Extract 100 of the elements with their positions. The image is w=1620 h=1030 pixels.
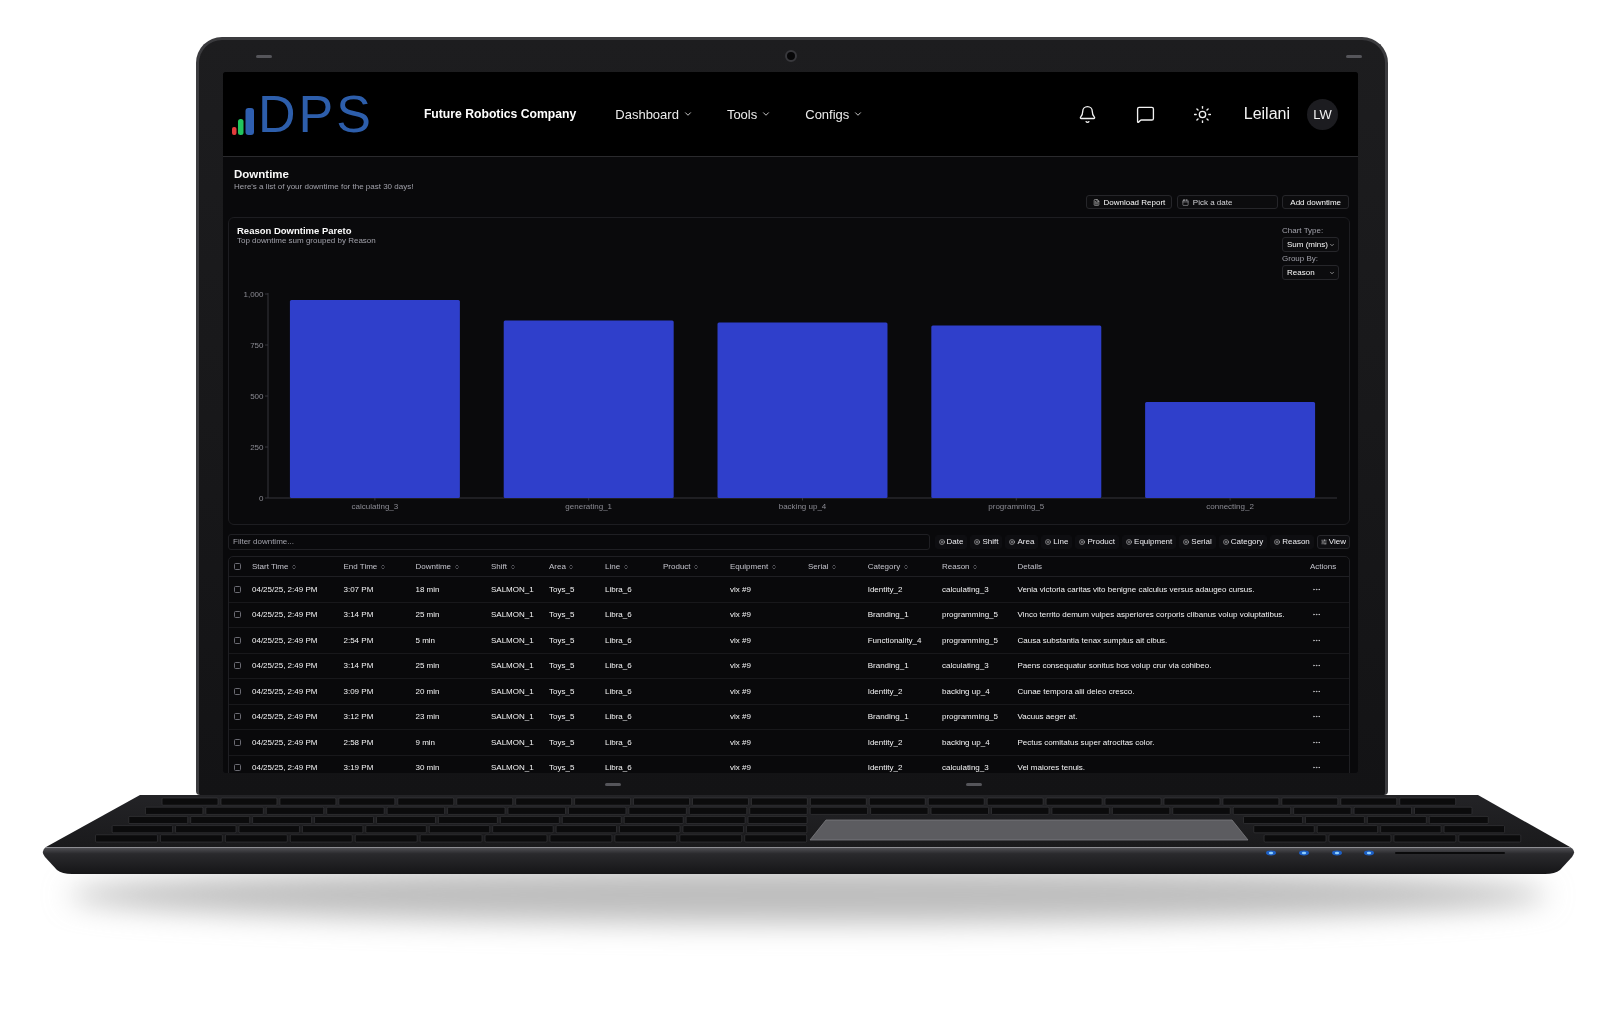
nav-menu-item[interactable]: Tools	[726, 106, 772, 122]
checkbox[interactable]	[234, 687, 242, 695]
table-cell: Identity_2	[867, 763, 903, 773]
date-picker-field[interactable]: Pick a date	[1176, 195, 1278, 209]
checkbox[interactable]	[234, 585, 242, 593]
plus-circle-icon	[974, 538, 981, 545]
plus-circle-icon	[938, 538, 945, 545]
table-cell: calculating_3	[942, 661, 989, 671]
column-header[interactable]: Line	[605, 562, 621, 571]
filter-chip[interactable]: Equipment	[1122, 534, 1177, 549]
nav-menu-item[interactable]: Dashboard	[615, 106, 693, 122]
axis-category-label: connecting_2	[1206, 501, 1254, 511]
table-cell: Toys_5	[549, 584, 575, 594]
sort-icon[interactable]	[622, 563, 629, 570]
control-label: Group By:	[1282, 254, 1318, 263]
column-header[interactable]: Shift	[491, 562, 507, 571]
column-header[interactable]: Reason	[942, 562, 970, 571]
table-cell: vix #9	[730, 712, 751, 722]
calendar-icon	[1181, 198, 1189, 206]
table-cell: Vel maiores tenuis.	[1017, 763, 1086, 773]
download-report-button[interactable]: Download Report	[1086, 195, 1173, 209]
sort-icon[interactable]	[902, 563, 909, 570]
table-cell: SALMON_1	[491, 635, 534, 645]
table-cell: vix #9	[730, 686, 751, 696]
column-header[interactable]: Serial	[808, 562, 829, 571]
sun-icon[interactable]	[1192, 104, 1212, 124]
table-cell: calculating_3	[942, 584, 989, 594]
table-cell: Vacuus aeger at.	[1017, 712, 1078, 722]
checkbox[interactable]	[234, 662, 242, 670]
logo-text: DPS	[258, 88, 374, 140]
checkbox[interactable]	[234, 611, 242, 619]
filter-chip[interactable]: Reason	[1270, 534, 1314, 549]
user-name: Leilani	[1243, 105, 1290, 123]
nav-menu-item[interactable]: Configs	[805, 106, 864, 122]
axis-category-label: generating_1	[565, 501, 613, 511]
table-cell: Toys_5	[549, 712, 575, 722]
chevron-down-icon	[1329, 241, 1335, 248]
filter-chip[interactable]: Area	[1005, 534, 1039, 549]
sort-icon[interactable]	[290, 563, 297, 570]
table-cell: 04/25/25, 2:49 PM	[252, 584, 318, 594]
filter-chip[interactable]: Category	[1218, 534, 1268, 549]
filter-chip[interactable]: Date	[934, 534, 968, 549]
table-cell: 9 min	[415, 737, 436, 747]
user-avatar[interactable]: LW	[1307, 98, 1338, 130]
table-cell: vix #9	[730, 584, 751, 594]
table-cell: 04/25/25, 2:49 PM	[252, 737, 318, 747]
sort-icon[interactable]	[379, 563, 386, 570]
dropdown[interactable]: Reason	[1282, 265, 1339, 280]
file-icon	[1093, 198, 1101, 206]
table-cell: Libra_6	[605, 584, 632, 594]
table-cell: vix #9	[730, 661, 751, 671]
view-button[interactable]: View	[1316, 534, 1350, 549]
filter-chip[interactable]: Line	[1041, 534, 1073, 549]
table-cell: 04/25/25, 2:49 PM	[252, 661, 318, 671]
plus-circle-icon	[1274, 538, 1281, 545]
checkbox[interactable]	[234, 636, 242, 644]
axis-category-label: calculating_3	[351, 501, 399, 511]
column-header[interactable]: Category	[867, 562, 901, 571]
sort-icon[interactable]	[568, 563, 575, 570]
sort-icon[interactable]	[830, 563, 837, 570]
checkbox[interactable]	[234, 764, 242, 772]
sort-icon[interactable]	[453, 563, 460, 570]
column-header[interactable]: Downtime	[415, 562, 452, 571]
filter-field[interactable]: Filter downtime...	[228, 533, 930, 550]
add-downtime-button[interactable]: Add downtime	[1282, 195, 1349, 209]
message-icon[interactable]	[1135, 104, 1155, 124]
table-cell: 18 min	[415, 584, 440, 594]
checkbox[interactable]	[234, 563, 242, 570]
column-header[interactable]: End Time	[343, 562, 378, 571]
table-cell: Branding_1	[867, 661, 909, 671]
camera-icon	[784, 50, 797, 62]
column-header[interactable]: Product	[663, 562, 691, 571]
column-header[interactable]: Area	[549, 562, 566, 571]
sort-icon[interactable]	[770, 563, 777, 570]
sort-icon[interactable]	[972, 563, 979, 570]
chevron-down-icon	[853, 109, 864, 119]
table-cell: backing up_4	[942, 686, 990, 696]
table-cell: Toys_5	[549, 635, 575, 645]
filter-chip[interactable]: Serial	[1179, 534, 1216, 549]
table-cell: backing up_4	[942, 737, 990, 747]
table-cell: 04/25/25, 2:49 PM	[252, 610, 318, 620]
table-cell: 04/25/25, 2:49 PM	[252, 763, 318, 773]
checkbox[interactable]	[234, 738, 242, 746]
status-light-icon	[1299, 850, 1309, 856]
filter-chip[interactable]: Product	[1075, 534, 1120, 549]
checkbox[interactable]	[234, 713, 242, 721]
chevron-down-icon	[761, 109, 772, 119]
dropdown[interactable]: Sum (mins)	[1282, 237, 1339, 252]
filter-chip[interactable]: Shift	[970, 534, 1003, 549]
table-cell: SALMON_1	[491, 686, 534, 696]
table-cell: Toys_5	[549, 737, 575, 747]
sort-icon[interactable]	[509, 563, 516, 570]
page-title: Downtime	[233, 168, 290, 181]
column-header[interactable]: Equipment	[730, 562, 769, 571]
column-header[interactable]: Start Time	[252, 562, 289, 571]
notifications-icon[interactable]	[1077, 104, 1097, 124]
plus-circle-icon	[1183, 538, 1190, 545]
table-cell: 04/25/25, 2:49 PM	[252, 686, 318, 696]
touchpad[interactable]	[809, 819, 1249, 841]
sort-icon[interactable]	[693, 563, 700, 570]
